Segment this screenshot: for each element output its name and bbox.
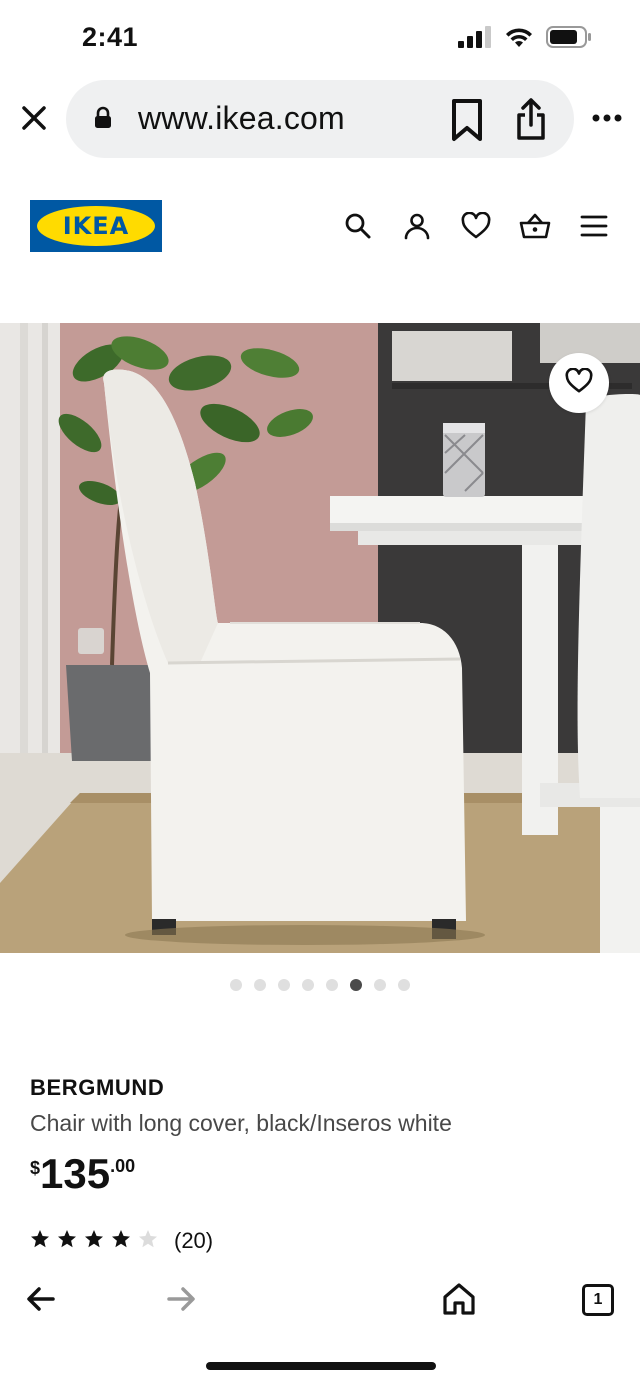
share-icon[interactable] — [512, 96, 550, 142]
product-image[interactable] — [0, 323, 640, 953]
search-icon[interactable] — [342, 210, 374, 242]
ikea-logo-text: IKEA — [62, 212, 130, 240]
rating-count: (20) — [174, 1228, 214, 1253]
tabs-button[interactable]: 1 — [582, 1284, 614, 1316]
favorite-button[interactable] — [549, 353, 609, 413]
product-price: $ 135 .00 — [30, 1150, 135, 1198]
close-icon[interactable] — [18, 102, 50, 134]
url-field[interactable]: www.ikea.com — [66, 80, 574, 158]
star-filled-icon — [84, 1229, 104, 1254]
menu-icon[interactable] — [578, 210, 610, 242]
product-name: BERGMUND — [30, 1075, 165, 1100]
carousel-dot[interactable] — [230, 979, 242, 991]
price-whole: 135 — [40, 1150, 111, 1197]
forward-arrow-icon[interactable] — [166, 1286, 196, 1317]
back-arrow-icon[interactable] — [26, 1286, 56, 1317]
heart-icon — [565, 366, 593, 399]
carousel-dot[interactable] — [374, 979, 386, 991]
header-icons — [342, 210, 610, 242]
bookmark-icon[interactable] — [448, 98, 486, 142]
cart-icon[interactable] — [519, 210, 551, 242]
star-filled-icon — [111, 1229, 131, 1254]
star-filled-icon — [57, 1229, 77, 1254]
more-options-icon[interactable] — [590, 108, 624, 128]
account-icon[interactable] — [401, 210, 433, 242]
url-text: www.ikea.com — [138, 100, 345, 136]
star-empty-icon — [138, 1229, 158, 1254]
lock-icon — [94, 106, 112, 135]
status-time: 2:41 — [82, 22, 139, 52]
carousel-indicator[interactable] — [0, 979, 640, 991]
product-rating[interactable]: (20) — [30, 1228, 213, 1254]
status-icons — [458, 26, 592, 53]
browser-toolbar: 1 — [0, 1276, 640, 1326]
carousel-dot[interactable] — [398, 979, 410, 991]
star-filled-icon — [30, 1229, 50, 1254]
carousel-dot[interactable] — [350, 979, 362, 991]
cellular-signal-icon — [458, 26, 492, 53]
carousel-dot[interactable] — [302, 979, 314, 991]
price-decimal: .00 — [110, 1156, 136, 1176]
browser-address-bar: www.ikea.com — [0, 78, 640, 160]
home-indicator[interactable] — [206, 1362, 436, 1370]
rating-stars — [30, 1229, 158, 1254]
product-photo-illustration — [0, 323, 640, 953]
heart-icon[interactable] — [460, 210, 492, 242]
carousel-dot[interactable] — [254, 979, 266, 991]
carousel-dot[interactable] — [278, 979, 290, 991]
home-icon[interactable] — [442, 1282, 476, 1321]
battery-icon — [546, 26, 592, 53]
ikea-logo[interactable]: IKEA — [30, 200, 162, 252]
product-description: Chair with long cover, black/Inseros whi… — [30, 1110, 452, 1136]
carousel-dot[interactable] — [326, 979, 338, 991]
site-header: IKEA — [0, 190, 640, 264]
price-currency: $ — [30, 1158, 41, 1178]
tab-count: 1 — [593, 1291, 603, 1308]
status-bar: 2:41 — [0, 0, 640, 76]
wifi-icon — [504, 26, 534, 53]
